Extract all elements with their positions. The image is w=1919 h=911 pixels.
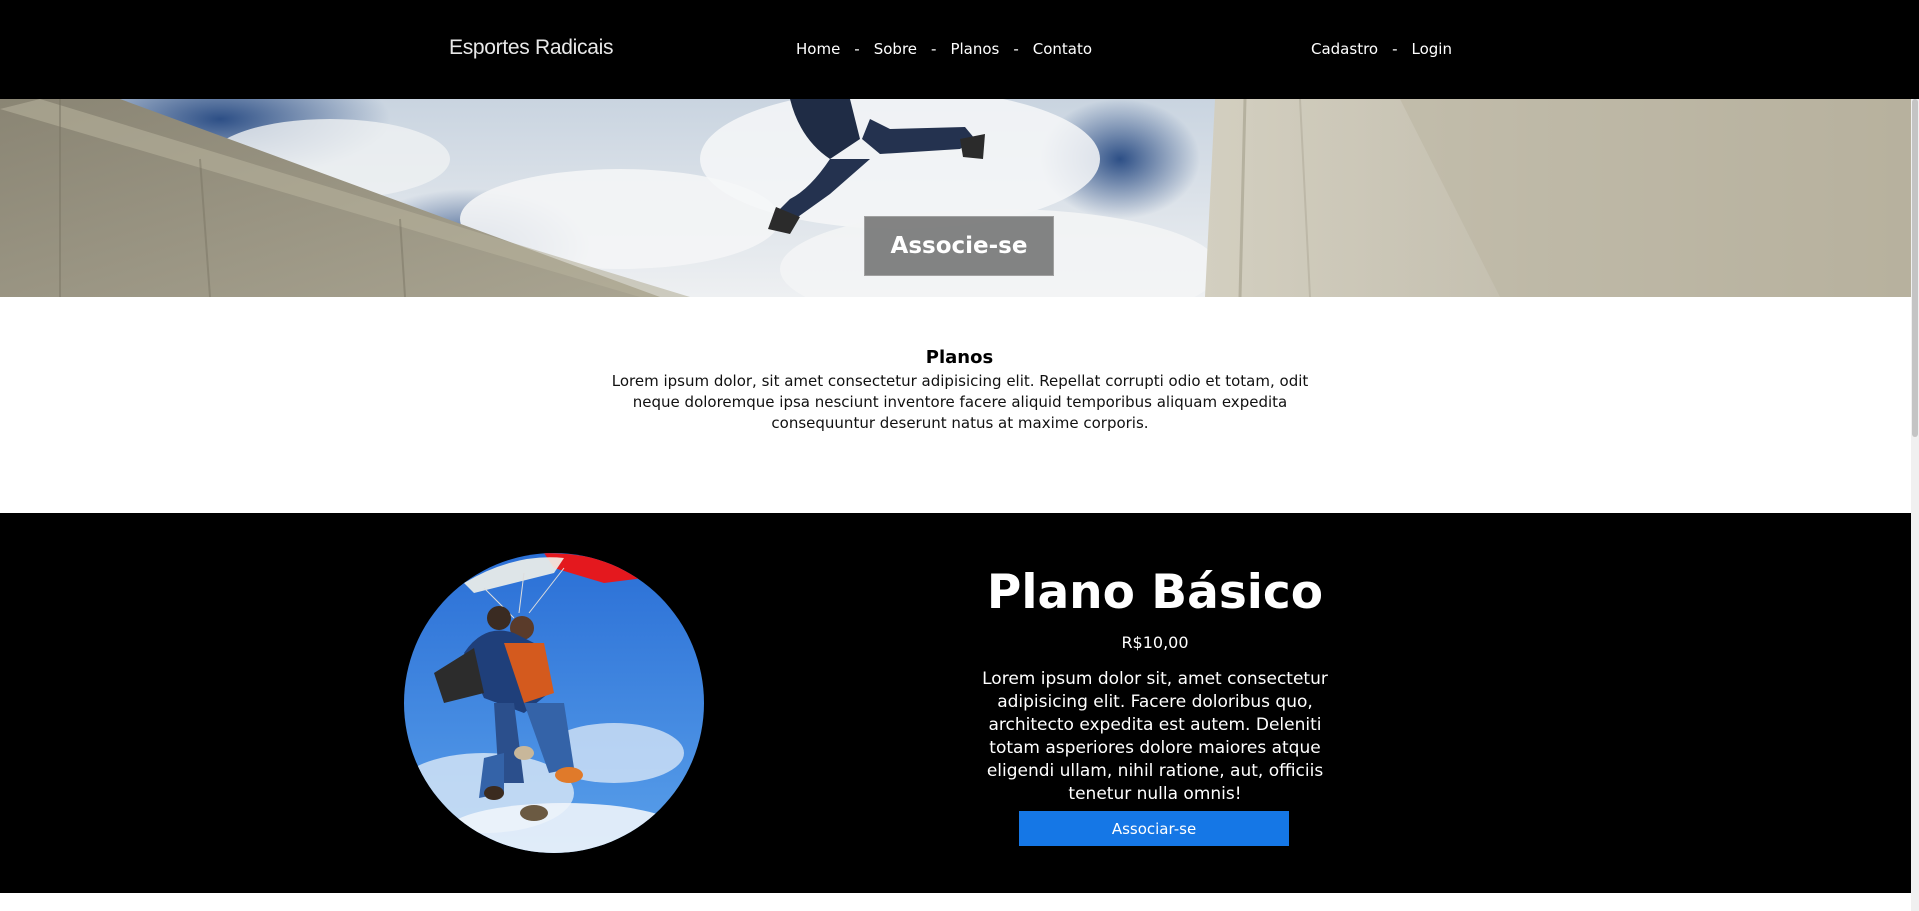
skydiving-photo — [404, 553, 704, 853]
plan-description: Lorem ipsum dolor sit, amet consectetur … — [982, 669, 1328, 804]
main-nav: Home - Sobre - Planos - Contato — [796, 40, 1092, 58]
nav-link-planos[interactable]: Planos — [950, 40, 999, 58]
nav-link-cadastro[interactable]: Cadastro — [1311, 40, 1378, 58]
account-nav: Cadastro - Login — [1311, 40, 1452, 58]
plans-intro-section: Planos Lorem ipsum dolor, sit amet conse… — [0, 297, 1919, 513]
nav-link-home[interactable]: Home — [796, 40, 840, 58]
nav-separator: - — [854, 40, 860, 58]
nav-link-contato[interactable]: Contato — [1033, 40, 1092, 58]
plan-basico-section: Plano Básico R$10,00 Lorem ipsum dolor s… — [0, 513, 1919, 893]
next-section-edge — [0, 893, 1919, 911]
plan-title: Plano Básico — [986, 565, 1324, 620]
associe-se-button[interactable]: Associe-se — [864, 216, 1054, 276]
nav-separator: - — [931, 40, 937, 58]
brand-logo-text[interactable]: Esportes Radicais — [449, 36, 613, 60]
nav-separator: - — [1013, 40, 1019, 58]
plan-price: R$10,00 — [1121, 633, 1189, 652]
plans-heading: Planos — [925, 347, 994, 368]
nav-link-login[interactable]: Login — [1412, 40, 1452, 58]
scrollbar-thumb[interactable] — [1912, 99, 1918, 437]
associar-se-button[interactable]: Associar-se — [1019, 811, 1289, 846]
top-navbar: Esportes Radicais Home - Sobre - Planos … — [0, 0, 1919, 99]
plans-description: Lorem ipsum dolor, sit amet consectetur … — [611, 372, 1309, 432]
page-scrollbar[interactable] — [1911, 99, 1919, 911]
nav-link-sobre[interactable]: Sobre — [874, 40, 917, 58]
hero-banner: Associe-se — [0, 99, 1919, 297]
nav-separator: - — [1392, 40, 1398, 58]
